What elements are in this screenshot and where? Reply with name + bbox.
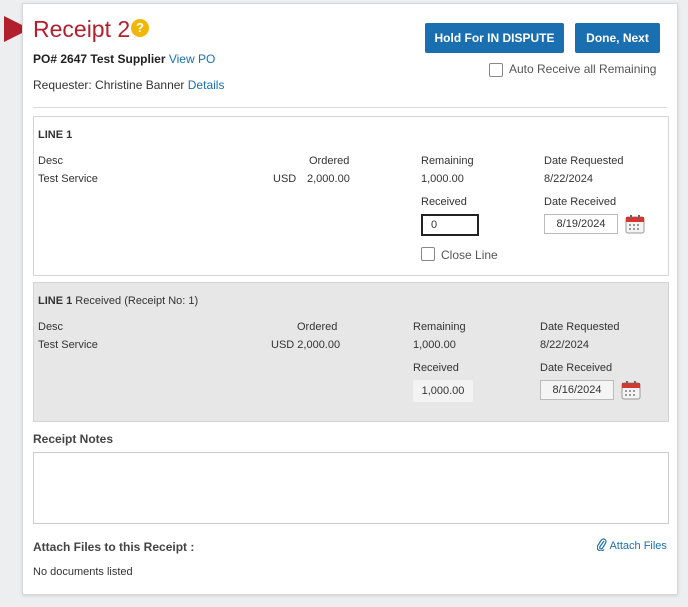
remaining-label: Remaining	[413, 321, 466, 333]
date-received-input[interactable]: 8/19/2024	[544, 214, 618, 234]
page-title: Receipt 2	[33, 16, 131, 42]
received-label: Received	[421, 196, 467, 208]
date-requested-label: Date Requested	[544, 155, 624, 167]
line-item-editable: LINE 1 Desc Test Service Ordered USD 2,0…	[33, 116, 669, 276]
close-line-checkbox[interactable]	[421, 247, 435, 261]
close-line-label: Close Line	[441, 248, 498, 262]
done-next-button[interactable]: Done, Next	[575, 23, 660, 53]
ordered-currency: USD	[273, 173, 297, 185]
received-input[interactable]: 0	[421, 214, 479, 236]
ordered-value: USD 2,000.00	[271, 339, 341, 351]
auto-receive-checkbox[interactable]	[489, 63, 503, 77]
ordered-label: Ordered	[309, 155, 350, 167]
view-po-link[interactable]: View PO	[169, 52, 215, 66]
po-label: PO# 2647 Test Supplier	[33, 52, 166, 66]
date-received-value: 8/16/2024	[540, 380, 614, 400]
calendar-icon[interactable]	[625, 214, 645, 234]
paperclip-icon	[596, 538, 607, 552]
no-documents-text: No documents listed	[33, 566, 133, 578]
line-received-note: Received (Receipt No: 1)	[75, 295, 199, 307]
question-icon[interactable]: ?	[131, 19, 149, 37]
po-info: PO# 2647 Test Supplier View PO	[33, 52, 215, 66]
desc-value: Test Service	[38, 173, 98, 185]
attach-files-label: Attach Files to this Receipt :	[33, 540, 195, 554]
calendar-icon[interactable]	[621, 380, 641, 400]
received-label: Received	[413, 362, 459, 374]
remaining-value: 1,000.00	[421, 173, 464, 185]
ordered-value: 2,000.00	[307, 173, 350, 185]
receipt-panel: Receipt 2 ? PO# 2647 Test Supplier View …	[22, 3, 678, 595]
date-requested-label: Date Requested	[540, 321, 620, 333]
remaining-label: Remaining	[421, 155, 474, 167]
receipt-notes-label: Receipt Notes	[33, 432, 114, 446]
attach-files-link[interactable]: Attach Files	[596, 538, 667, 552]
desc-value: Test Service	[38, 339, 98, 351]
desc-label: Desc	[38, 155, 64, 167]
remaining-value: 1,000.00	[413, 339, 456, 351]
header-divider	[33, 107, 667, 108]
date-requested-value: 8/22/2024	[544, 173, 593, 185]
line-item-received: LINE 1 Received (Receipt No: 1) Desc Tes…	[33, 282, 669, 422]
details-link[interactable]: Details	[188, 78, 225, 92]
requester-info: Requester: Christine Banner Details	[33, 78, 224, 92]
requester-label: Requester: Christine Banner	[33, 78, 185, 92]
receipt-notes-textarea[interactable]	[33, 452, 669, 524]
date-requested-value: 8/22/2024	[540, 339, 589, 351]
desc-label: Desc	[38, 321, 64, 333]
line-header: LINE 1	[38, 129, 73, 141]
date-received-label: Date Received	[540, 362, 613, 374]
auto-receive-label: Auto Receive all Remaining	[509, 62, 657, 76]
received-value: 1,000.00	[413, 380, 473, 402]
attach-files-text: Attach Files	[609, 540, 667, 552]
date-received-label: Date Received	[544, 196, 617, 208]
line-header: LINE 1	[38, 295, 73, 307]
hold-dispute-button[interactable]: Hold For IN DISPUTE	[425, 23, 564, 53]
ordered-label: Ordered	[297, 321, 338, 333]
